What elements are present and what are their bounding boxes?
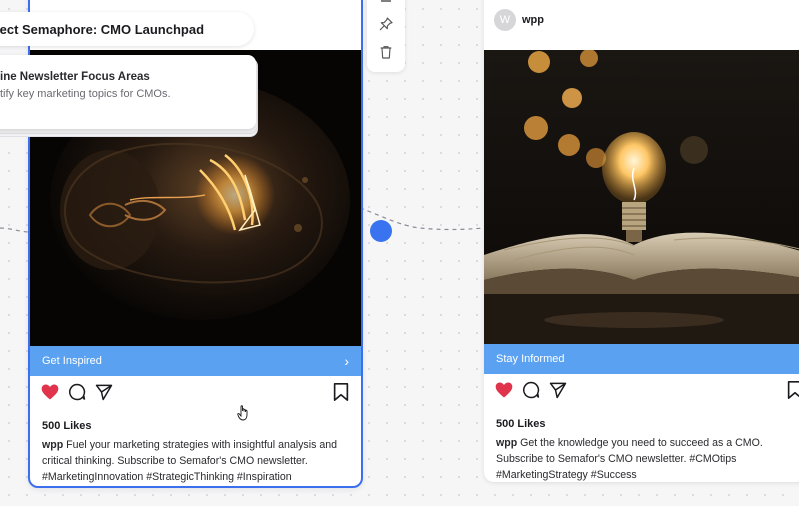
cta-bar-stay-informed[interactable]: Stay Informed xyxy=(484,344,799,374)
share-icon[interactable] xyxy=(548,380,568,405)
post-caption: wpp Get the knowledge you need to succee… xyxy=(496,435,786,482)
pin-icon[interactable] xyxy=(378,16,394,37)
toolbar-top-icon[interactable] xyxy=(378,0,394,10)
caption-author[interactable]: wpp xyxy=(496,437,517,449)
note-title: ine Newsletter Focus Areas xyxy=(0,71,150,83)
heart-icon[interactable] xyxy=(494,380,514,405)
post-caption: wpp Fuel your marketing strategies with … xyxy=(42,437,352,485)
caption-text: Fuel your marketing strategies with insi… xyxy=(42,439,338,483)
hand-cursor-icon xyxy=(237,404,251,427)
post-actions-right xyxy=(484,380,799,402)
board-title-pill[interactable]: ject Semaphore: CMO Launchpad xyxy=(0,12,254,46)
bookmark-icon[interactable] xyxy=(332,382,350,407)
avatar[interactable]: W xyxy=(494,9,516,31)
caption-text: Get the knowledge you need to succeed as… xyxy=(496,437,763,481)
cta-label: Get Inspired xyxy=(42,355,102,367)
post-image-right xyxy=(484,50,799,344)
post-header: W wpp xyxy=(494,8,544,32)
share-icon[interactable] xyxy=(94,382,114,407)
heart-icon[interactable] xyxy=(40,382,60,407)
comment-icon[interactable] xyxy=(67,382,87,407)
connector-node[interactable] xyxy=(370,220,392,242)
cta-label: Stay Informed xyxy=(496,353,565,365)
bookmark-icon[interactable] xyxy=(786,380,799,405)
note-card-stack[interactable]: ine Newsletter Focus Areas tify key mark… xyxy=(0,55,258,137)
trash-icon[interactable] xyxy=(378,44,394,65)
post-actions-left xyxy=(30,382,361,404)
caption-author[interactable]: wpp xyxy=(42,439,63,451)
comment-icon[interactable] xyxy=(521,380,541,405)
likes-count: 500 Likes xyxy=(42,420,92,432)
note-subtitle: tify key marketing topics for CMOs. xyxy=(0,88,171,100)
card-toolbar xyxy=(367,0,405,72)
note-card[interactable]: ine Newsletter Focus Areas tify key mark… xyxy=(0,55,256,129)
post-card-right[interactable]: W wpp Stay Informed 500 Likes wpp Get th… xyxy=(484,0,799,482)
chevron-right-icon: › xyxy=(344,353,349,369)
post-author-name[interactable]: wpp xyxy=(522,14,544,26)
likes-count: 500 Likes xyxy=(496,418,546,430)
cta-bar-get-inspired[interactable]: Get Inspired › xyxy=(30,346,361,376)
